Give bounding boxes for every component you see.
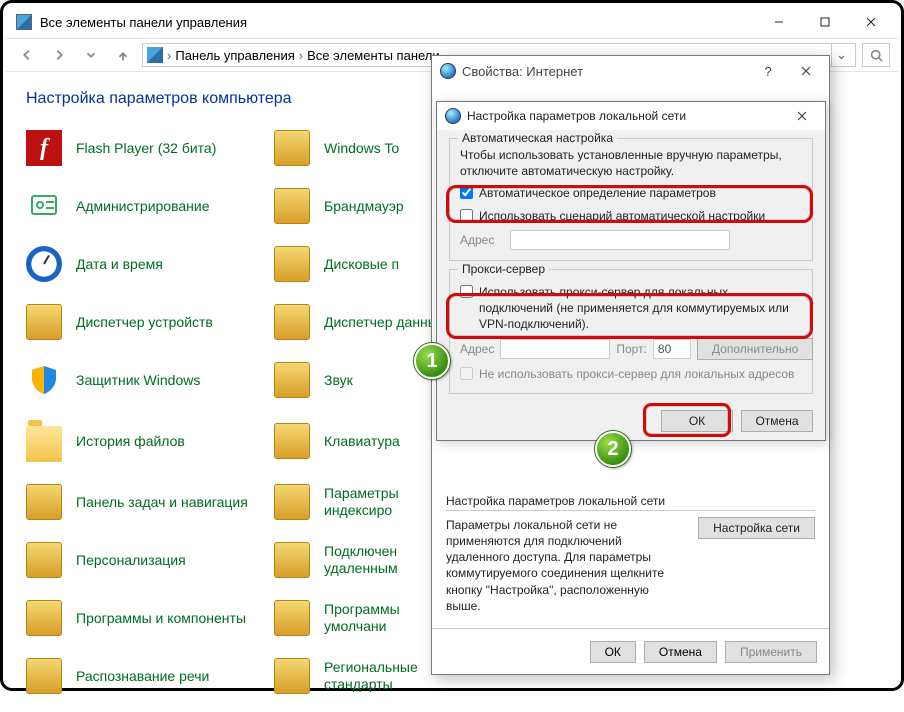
cp-item-personalization[interactable]: Персонализация [26,542,266,578]
drive-icon [274,130,310,166]
close-button[interactable] [787,58,825,84]
close-button[interactable] [783,103,821,129]
lan-description: Параметры локальной сети не применяются … [446,517,684,614]
group-legend: Прокси-сервер [458,262,549,276]
use-proxy-checkbox[interactable]: Использовать прокси-сервер для локальных… [460,284,802,333]
auto-config-group: Автоматическая настройка Чтобы использов… [449,138,813,261]
auto-desc: Чтобы использовать установленные вручную… [460,147,802,179]
help-button[interactable]: ? [749,58,787,84]
taskbar-icon [26,484,62,520]
lan-settings-section: Настройка параметров локальной сети Пара… [432,484,829,628]
bypass-local-checkbox: Не использовать прокси-сервер для локаль… [460,366,802,382]
section-title: Настройка параметров локальной сети [446,494,815,511]
firewall-icon [274,188,310,224]
monitor-icon [26,542,62,578]
use-script-input[interactable] [460,209,473,222]
dialog-title: Настройка параметров локальной сети [467,109,686,123]
cp-item-device-manager[interactable]: Диспетчер устройств [26,304,266,340]
cp-item-history[interactable]: История файлов [26,420,266,462]
cp-item-datetime[interactable]: Дата и время [26,246,266,282]
badge-1: 1 [414,343,450,379]
cp-item-defender[interactable]: Защитник Windows [26,362,266,398]
internet-icon [440,63,456,79]
breadcrumb-icon [147,47,163,63]
control-panel-icon [16,14,32,30]
address-label: Адрес [460,342,494,356]
chevron-right-icon: › [167,48,171,63]
forward-button[interactable] [46,42,72,68]
script-address-row: Адрес [460,230,802,250]
cp-item-speech[interactable]: Распознавание речи [26,658,266,694]
proxy-address-row: Адрес Порт: Дополнительно [460,338,802,360]
keyboard-icon [274,423,310,459]
ok-button[interactable]: ОК [590,641,636,663]
lan-settings-dialog: Настройка параметров локальной сети Авто… [436,101,826,441]
breadcrumb-dropdown[interactable]: ⌄ [831,44,851,66]
advanced-button[interactable]: Дополнительно [697,338,813,360]
use-script-checkbox[interactable]: Использовать сценарий автоматической нас… [460,208,802,224]
window-title: Все элементы панели управления [40,15,247,30]
address-label: Адрес [460,233,504,247]
minimize-button[interactable] [756,7,802,37]
cp-item-flash[interactable]: fFlash Player (32 бита) [26,130,266,166]
dialog-footer: ОК Отмена [437,402,825,444]
mic-icon [26,658,62,694]
close-button[interactable] [848,7,894,37]
search-icon [274,484,310,520]
programs-icon [26,600,62,636]
globe-icon [274,658,310,694]
back-button[interactable] [14,42,40,68]
badge-2: 2 [595,431,631,467]
tools-icon [26,188,62,224]
apply-button[interactable]: Применить [725,641,817,663]
recent-button[interactable] [78,42,104,68]
group-legend: Автоматическая настройка [458,131,617,145]
dialog-title-bar: Настройка параметров локальной сети [437,102,825,130]
bypass-local-input [460,367,473,380]
use-proxy-input[interactable] [460,285,473,298]
shield-icon [26,362,62,398]
cancel-button[interactable]: Отмена [741,410,813,432]
cp-item-programs[interactable]: Программы и компоненты [26,600,266,636]
folder-icon [26,426,62,462]
flash-icon: f [26,130,62,166]
search-input[interactable] [862,43,890,67]
dialog-title-bar: Свойства: Интернет ? [432,56,829,86]
device-icon [26,304,62,340]
chevron-right-icon: › [299,48,303,63]
cp-item-taskbar[interactable]: Панель задач и навигация [26,484,266,520]
script-address-input [510,230,730,250]
port-label: Порт: [616,342,647,356]
sound-icon [274,362,310,398]
breadcrumb-current[interactable]: Все элементы панели [307,48,440,63]
auto-detect-checkbox[interactable]: Автоматическое определение параметров [460,185,802,201]
default-icon [274,600,310,636]
internet-icon [445,108,461,124]
proxy-port-input [653,339,691,359]
remote-icon [274,542,310,578]
cancel-button[interactable]: Отмена [644,641,717,663]
maximize-button[interactable] [802,7,848,37]
window-title-bar: Все элементы панели управления [6,6,898,38]
clock-icon [26,246,62,282]
dialog-footer: ОК Отмена Применить [432,628,829,674]
disk-icon [274,246,310,282]
breadcrumb-root[interactable]: Панель управления [175,48,294,63]
up-button[interactable] [110,42,136,68]
cp-item-admin[interactable]: Администрирование [26,188,266,224]
ok-button[interactable]: ОК [661,410,733,432]
proxy-address-input [500,339,610,359]
proxy-group: Прокси-сервер Использовать прокси-сервер… [449,269,813,394]
dialog-title: Свойства: Интернет [462,64,583,79]
auto-detect-input[interactable] [460,186,473,199]
safe-icon [274,304,310,340]
lan-settings-button[interactable]: Настройка сети [698,517,815,539]
